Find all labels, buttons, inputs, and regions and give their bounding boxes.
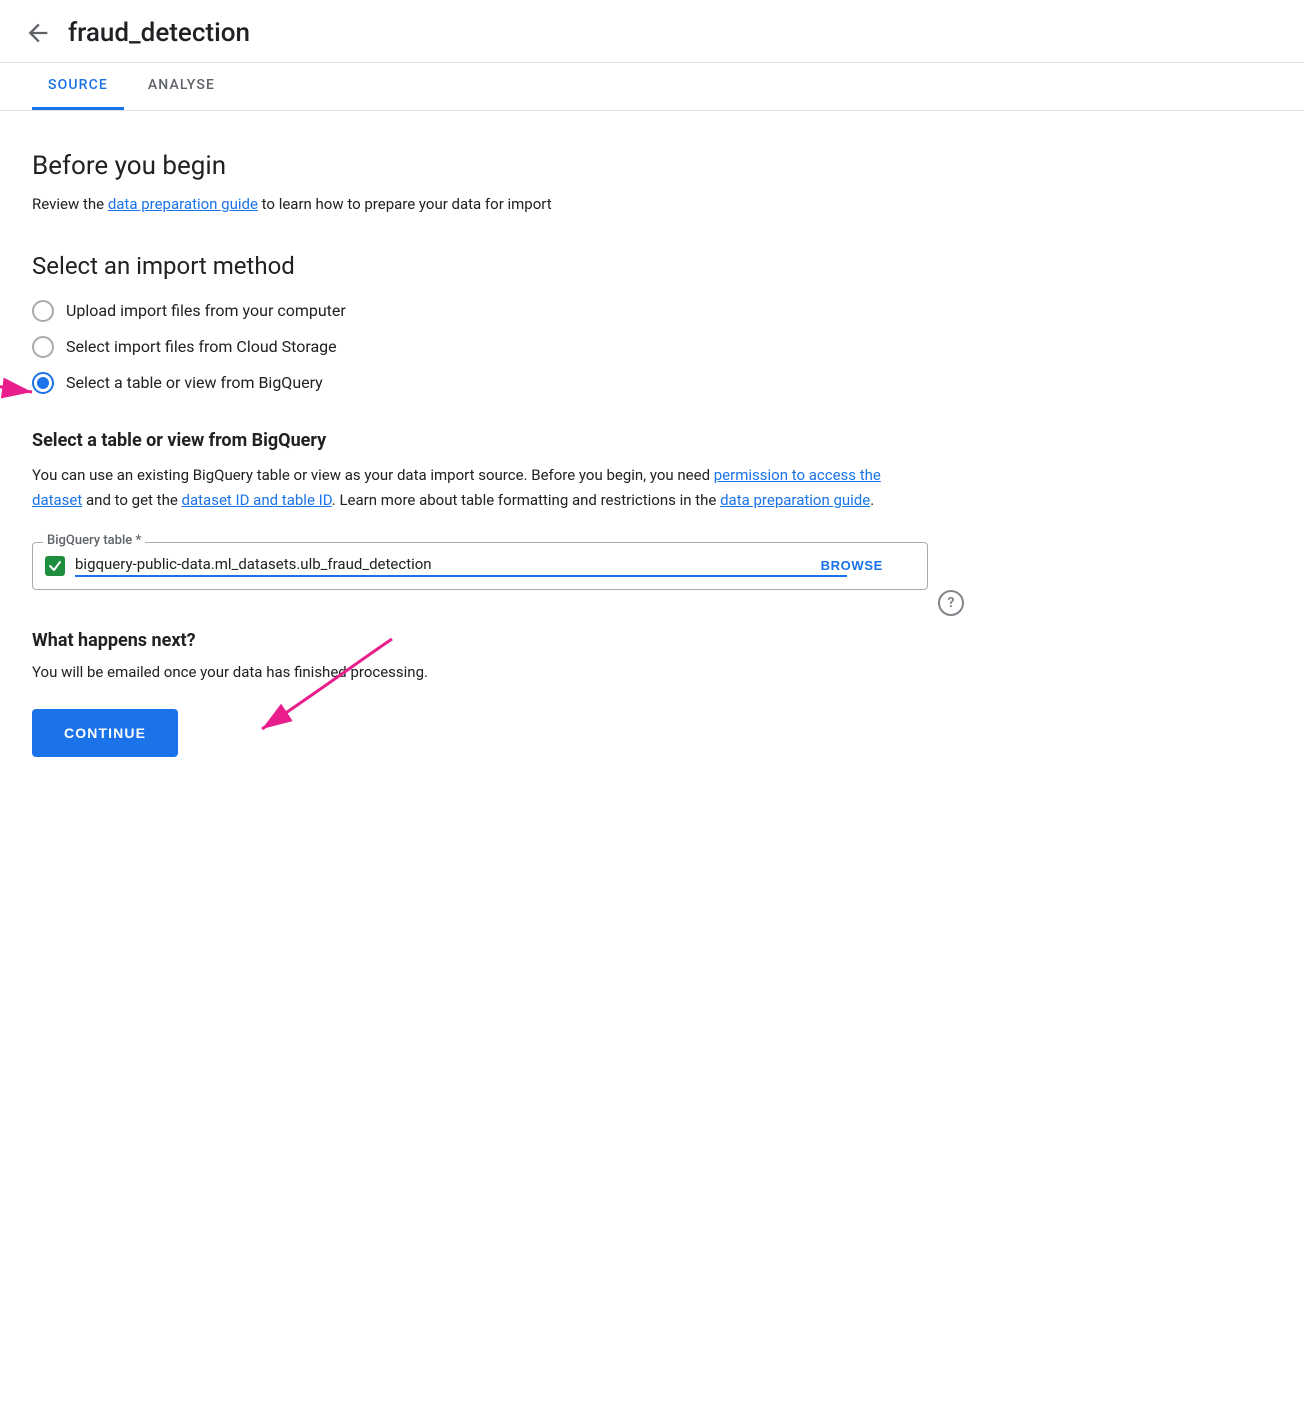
radio-bigquery-inner: [37, 377, 49, 389]
back-button[interactable]: [24, 19, 52, 47]
bq-desc-text2: and to get the: [82, 491, 181, 509]
page-title: fraud_detection: [68, 18, 250, 48]
header: fraud_detection: [0, 0, 1304, 63]
radio-upload[interactable]: [32, 300, 54, 322]
before-begin-text: Review the data preparation guide to lea…: [32, 193, 928, 216]
import-method-title: Select an import method: [32, 252, 928, 280]
main-content: Before you begin Review the data prepara…: [0, 111, 960, 797]
tab-source[interactable]: SOURCE: [32, 63, 124, 110]
help-icon[interactable]: ?: [938, 590, 964, 616]
what-next-title: What happens next?: [32, 630, 928, 651]
radio-cloud-label: Select import files from Cloud Storage: [66, 337, 337, 356]
data-prep-guide-link-2[interactable]: data preparation guide: [720, 491, 870, 509]
radio-bigquery-label: Select a table or view from BigQuery: [66, 373, 323, 392]
radio-item-upload[interactable]: Upload import files from your computer: [32, 300, 928, 322]
help-icon-label: ?: [948, 595, 955, 611]
before-begin-title: Before you begin: [32, 151, 928, 181]
bigquery-description: You can use an existing BigQuery table o…: [32, 463, 928, 514]
bigquery-section-title: Select a table or view from BigQuery: [32, 430, 928, 451]
bigquery-field-value: bigquery-public-data.ml_datasets.ulb_fra…: [75, 555, 847, 577]
bq-desc-text1: You can use an existing BigQuery table o…: [32, 466, 714, 484]
continue-btn-wrapper: CONTINUE: [32, 709, 178, 757]
import-method-radio-group: Upload import files from your computer S…: [32, 300, 928, 394]
radio-bigquery[interactable]: [32, 372, 54, 394]
import-method-section: Select an import method Upload import fi…: [32, 252, 928, 394]
before-begin-section: Before you begin Review the data prepara…: [32, 151, 928, 216]
tabs: SOURCE ANALYSE: [0, 63, 1304, 111]
bigquery-field-container: BigQuery table * bigquery-public-data.ml…: [32, 542, 928, 590]
before-begin-text-before: Review the: [32, 195, 108, 213]
back-arrow-icon: [24, 19, 52, 47]
bigquery-field-label: BigQuery table *: [43, 533, 145, 548]
radio-item-bigquery[interactable]: Select a table or view from BigQuery: [32, 372, 928, 394]
radio-item-cloud[interactable]: Select import files from Cloud Storage: [32, 336, 928, 358]
continue-button[interactable]: CONTINUE: [32, 709, 178, 757]
bq-desc-text4: .: [870, 491, 874, 509]
bigquery-field-wrapper: BigQuery table * bigquery-public-data.ml…: [32, 542, 928, 590]
bq-desc-text3: . Learn more about table formatting and …: [332, 491, 720, 509]
before-begin-text-after: to learn how to prepare your data for im…: [258, 195, 552, 213]
check-icon: [48, 559, 62, 573]
data-prep-guide-link-1[interactable]: data preparation guide: [108, 195, 258, 213]
tab-analyse[interactable]: ANALYSE: [132, 63, 231, 110]
radio-upload-label: Upload import files from your computer: [66, 301, 346, 320]
dataset-id-link[interactable]: dataset ID and table ID: [182, 491, 332, 509]
browse-button[interactable]: BROWSE: [821, 558, 883, 573]
bigquery-section: Select a table or view from BigQuery You…: [32, 430, 928, 590]
bigquery-checkbox-icon: [45, 556, 65, 576]
what-next-description: You will be emailed once your data has f…: [32, 663, 928, 681]
what-next-section: What happens next? You will be emailed o…: [32, 630, 928, 757]
radio-item-bigquery-wrapper: Select a table or view from BigQuery: [32, 372, 928, 394]
radio-cloud[interactable]: [32, 336, 54, 358]
